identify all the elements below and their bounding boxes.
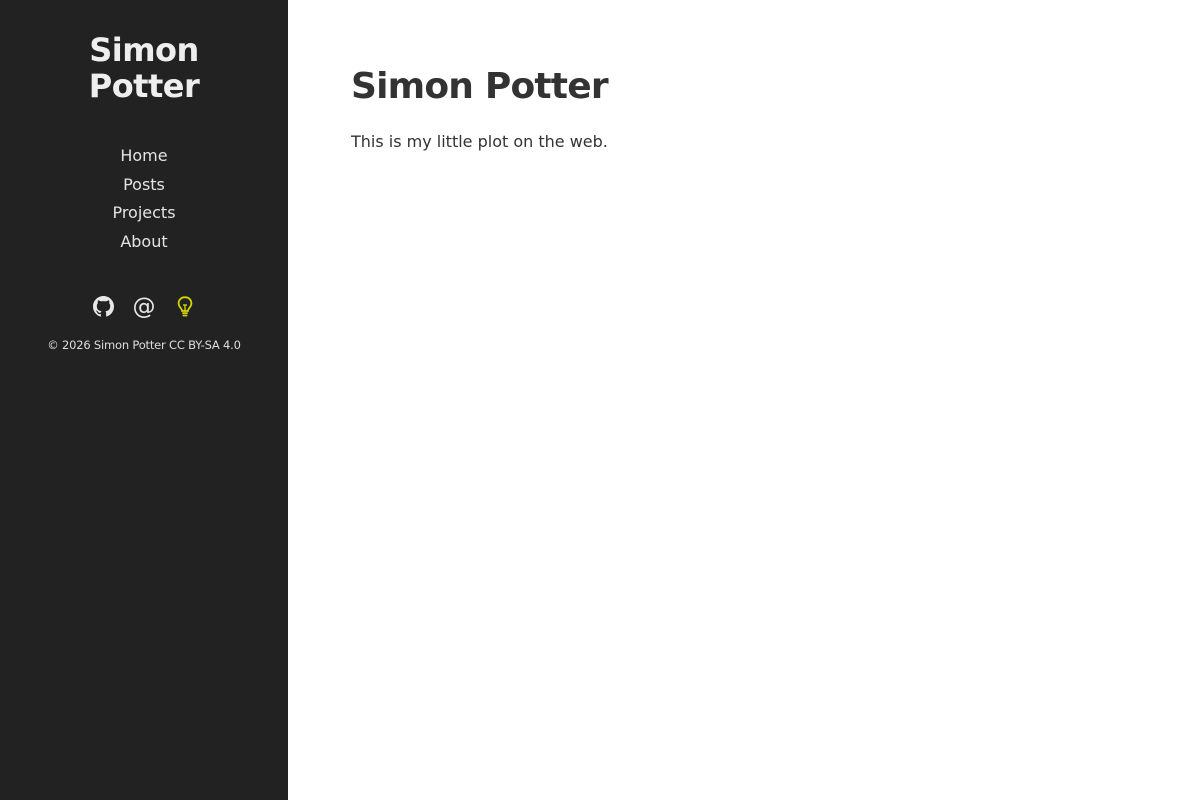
copyright-notice: © 2026 Simon Potter CC BY-SA 4.0 bbox=[47, 337, 241, 352]
at-icon: @ bbox=[132, 293, 156, 320]
lightbulb-icon bbox=[177, 296, 193, 317]
page: Simon Potter Home Posts Projects About @ bbox=[0, 0, 1200, 800]
nav-item-projects[interactable]: Projects bbox=[112, 199, 175, 228]
site-title-link[interactable]: Simon Potter bbox=[64, 32, 224, 104]
nav-item-home[interactable]: Home bbox=[120, 142, 167, 171]
main-content: Simon Potter This is my little plot on t… bbox=[288, 0, 1200, 800]
social-links: @ bbox=[92, 294, 197, 320]
nav-item-about[interactable]: About bbox=[120, 228, 167, 257]
github-link[interactable] bbox=[92, 294, 115, 320]
sidebar: Simon Potter Home Posts Projects About @ bbox=[0, 0, 288, 800]
intro-text: This is my little plot on the web. bbox=[351, 132, 608, 151]
theme-toggle[interactable] bbox=[174, 294, 197, 320]
nav-item-posts[interactable]: Posts bbox=[123, 171, 165, 200]
sidebar-nav: Home Posts Projects About bbox=[112, 142, 175, 257]
github-icon bbox=[92, 296, 114, 317]
page-title: Simon Potter bbox=[351, 66, 609, 107]
email-link[interactable]: @ bbox=[133, 294, 156, 320]
